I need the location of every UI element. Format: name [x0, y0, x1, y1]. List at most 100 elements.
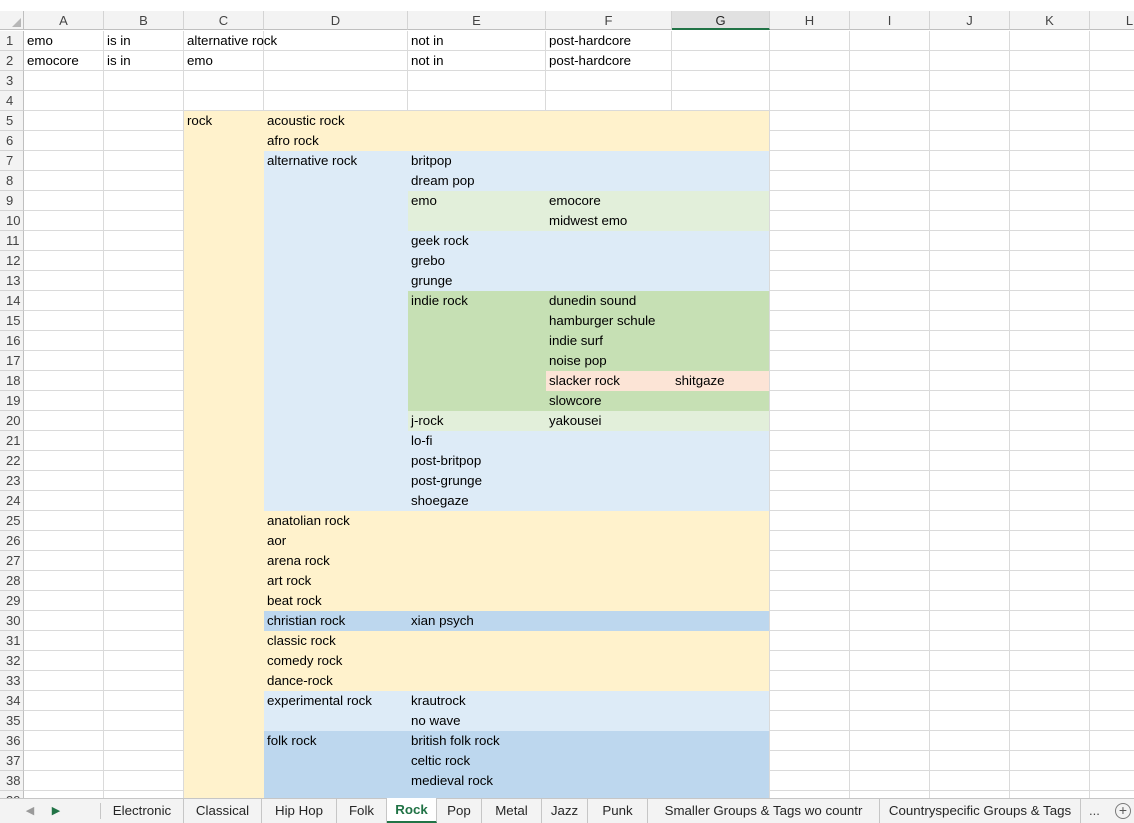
row-header-28[interactable]: 28: [0, 571, 24, 591]
column-header-E[interactable]: E: [408, 11, 546, 30]
row-header-11[interactable]: 11: [0, 231, 24, 251]
column-header-G[interactable]: G: [672, 11, 770, 30]
tab-jazz[interactable]: Jazz: [542, 799, 588, 823]
cell-E11[interactable]: geek rock: [408, 231, 469, 251]
column-header-C[interactable]: C: [184, 11, 264, 30]
tab-metal[interactable]: Metal: [482, 799, 542, 823]
row-header-18[interactable]: 18: [0, 371, 24, 391]
row-header-2[interactable]: 2: [0, 51, 24, 71]
row-header-30[interactable]: 30: [0, 611, 24, 631]
cell-E14[interactable]: indie rock: [408, 291, 468, 311]
cell-E8[interactable]: dream pop: [408, 171, 475, 191]
column-header-F[interactable]: F: [546, 11, 672, 30]
row-header-5[interactable]: 5: [0, 111, 24, 131]
cell-C2[interactable]: emo: [184, 51, 213, 71]
column-header-B[interactable]: B: [104, 11, 184, 30]
cell-F1[interactable]: post-hardcore: [546, 31, 631, 51]
cell-E23[interactable]: post-grunge: [408, 471, 482, 491]
cell-F14[interactable]: dunedin sound: [546, 291, 636, 311]
add-sheet-icon[interactable]: +: [1115, 803, 1131, 819]
row-header-19[interactable]: 19: [0, 391, 24, 411]
row-header-37[interactable]: 37: [0, 751, 24, 771]
select-all-corner[interactable]: [0, 11, 24, 30]
cell-D28[interactable]: art rock: [264, 571, 311, 591]
row-header-22[interactable]: 22: [0, 451, 24, 471]
tab-folk[interactable]: Folk: [337, 799, 387, 823]
cell-E24[interactable]: shoegaze: [408, 491, 469, 511]
row-header-38[interactable]: 38: [0, 771, 24, 791]
tab-classical[interactable]: Classical: [184, 799, 262, 823]
column-header-K[interactable]: K: [1010, 11, 1090, 30]
cell-F17[interactable]: noise pop: [546, 351, 607, 371]
tab-punk[interactable]: Punk: [588, 799, 648, 823]
row-header-35[interactable]: 35: [0, 711, 24, 731]
cell-A2[interactable]: emocore: [24, 51, 79, 71]
cell-D36[interactable]: folk rock: [264, 731, 317, 751]
row-header-29[interactable]: 29: [0, 591, 24, 611]
row-header-15[interactable]: 15: [0, 311, 24, 331]
tab-pop[interactable]: Pop: [437, 799, 482, 823]
row-header-36[interactable]: 36: [0, 731, 24, 751]
row-header-24[interactable]: 24: [0, 491, 24, 511]
column-header-L[interactable]: L: [1090, 11, 1134, 30]
cell-E20[interactable]: j-rock: [408, 411, 444, 431]
cell-E34[interactable]: krautrock: [408, 691, 466, 711]
cell-E13[interactable]: grunge: [408, 271, 452, 291]
cell-D33[interactable]: dance-rock: [264, 671, 333, 691]
cell-D27[interactable]: arena rock: [264, 551, 330, 571]
tab-electronic[interactable]: Electronic: [101, 799, 184, 823]
cell-D5[interactable]: acoustic rock: [264, 111, 345, 131]
cell-F20[interactable]: yakousei: [546, 411, 601, 431]
row-header-14[interactable]: 14: [0, 291, 24, 311]
cell-D32[interactable]: comedy rock: [264, 651, 342, 671]
row-header-20[interactable]: 20: [0, 411, 24, 431]
row-header-9[interactable]: 9: [0, 191, 24, 211]
row-header-4[interactable]: 4: [0, 91, 24, 111]
cell-C1[interactable]: alternative rock: [184, 31, 277, 51]
cell-E1[interactable]: not in: [408, 31, 444, 51]
cell-D25[interactable]: anatolian rock: [264, 511, 350, 531]
cell-C5[interactable]: rock: [184, 111, 212, 131]
column-header-A[interactable]: A: [24, 11, 104, 30]
column-header-H[interactable]: H: [770, 11, 850, 30]
cell-F15[interactable]: hamburger schule: [546, 311, 655, 331]
cell-E9[interactable]: emo: [408, 191, 437, 211]
row-header-27[interactable]: 27: [0, 551, 24, 571]
row-header-6[interactable]: 6: [0, 131, 24, 151]
cell-E12[interactable]: grebo: [408, 251, 445, 271]
cell-A1[interactable]: emo: [24, 31, 53, 51]
row-header-7[interactable]: 7: [0, 151, 24, 171]
cell-E36[interactable]: british folk rock: [408, 731, 500, 751]
row-header-12[interactable]: 12: [0, 251, 24, 271]
row-header-26[interactable]: 26: [0, 531, 24, 551]
cell-E7[interactable]: britpop: [408, 151, 452, 171]
tab-smaller-groups-tags-wo-countr[interactable]: Smaller Groups & Tags wo countr: [648, 799, 880, 823]
row-header-8[interactable]: 8: [0, 171, 24, 191]
cell-F19[interactable]: slowcore: [546, 391, 601, 411]
cell-F9[interactable]: emocore: [546, 191, 601, 211]
column-header-D[interactable]: D: [264, 11, 408, 30]
row-header-33[interactable]: 33: [0, 671, 24, 691]
cell-B1[interactable]: is in: [104, 31, 131, 51]
more-tabs-button[interactable]: ...: [1089, 799, 1100, 823]
row-header-32[interactable]: 32: [0, 651, 24, 671]
cell-B2[interactable]: is in: [104, 51, 131, 71]
row-header-16[interactable]: 16: [0, 331, 24, 351]
cell-D31[interactable]: classic rock: [264, 631, 336, 651]
row-header-21[interactable]: 21: [0, 431, 24, 451]
row-header-10[interactable]: 10: [0, 211, 24, 231]
row-header-13[interactable]: 13: [0, 271, 24, 291]
cell-E2[interactable]: not in: [408, 51, 444, 71]
cell-G18[interactable]: shitgaze: [672, 371, 725, 391]
row-header-31[interactable]: 31: [0, 631, 24, 651]
cell-D34[interactable]: experimental rock: [264, 691, 372, 711]
row-header-34[interactable]: 34: [0, 691, 24, 711]
tab-countryspecific-groups-tags[interactable]: Countryspecific Groups & Tags: [880, 799, 1081, 823]
cell-F10[interactable]: midwest emo: [546, 211, 627, 231]
cell-E30[interactable]: xian psych: [408, 611, 474, 631]
column-header-J[interactable]: J: [930, 11, 1010, 30]
cell-D30[interactable]: christian rock: [264, 611, 345, 631]
cell-D29[interactable]: beat rock: [264, 591, 322, 611]
row-header-23[interactable]: 23: [0, 471, 24, 491]
row-header-1[interactable]: 1: [0, 31, 24, 51]
